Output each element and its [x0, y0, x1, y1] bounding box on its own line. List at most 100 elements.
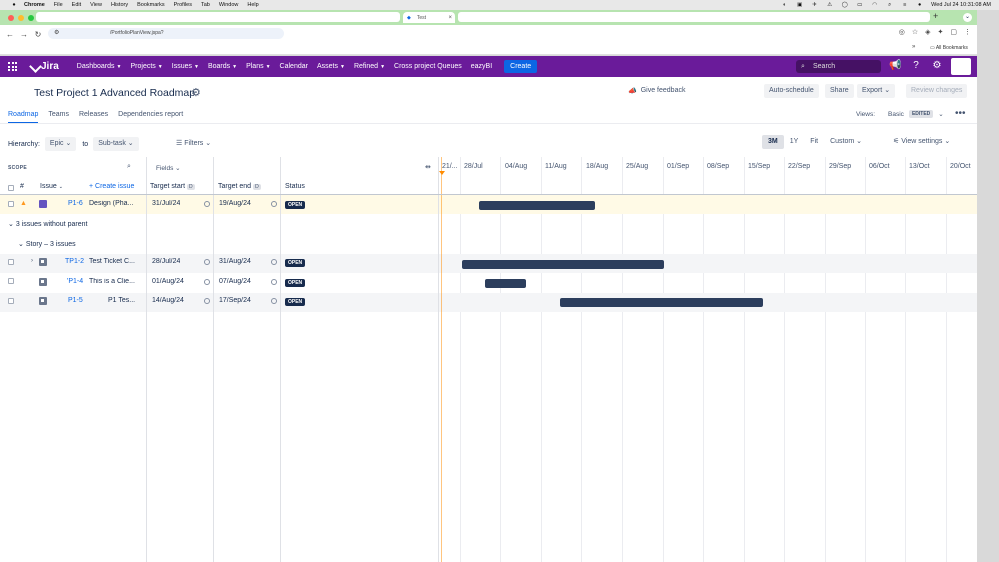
target-start[interactable]: 14/Aug/24	[152, 297, 184, 304]
issue-key[interactable]: P1-5	[68, 297, 83, 304]
status-badge[interactable]: OPEN	[285, 298, 306, 306]
row-checkbox[interactable]	[8, 201, 14, 207]
app-switcher-icon[interactable]	[8, 62, 17, 71]
zoom-window-button[interactable]	[28, 14, 34, 21]
apple-icon[interactable]: ●	[10, 2, 18, 8]
target-end[interactable]: 17/Sep/24	[219, 297, 251, 304]
export-button[interactable]: Export ⌄	[857, 84, 896, 98]
close-window-button[interactable]	[8, 14, 14, 21]
browser-tab-active[interactable]: ◆ Test ×	[403, 12, 455, 23]
status-icon[interactable]: ▭	[856, 2, 863, 8]
bookmark-star-icon[interactable]: ☆	[912, 28, 918, 36]
subgroup-header[interactable]: ⌄ Story – 3 issues	[18, 240, 76, 248]
target-start[interactable]: 01/Aug/24	[152, 278, 184, 285]
group-header[interactable]: ⌄ 3 issues without parent	[8, 220, 87, 228]
menu-view[interactable]: View	[90, 2, 102, 8]
row-checkbox[interactable]	[8, 278, 14, 284]
nav-dashboards[interactable]: Dashboards ▼	[77, 63, 122, 70]
status-icon[interactable]: ✈	[811, 2, 818, 8]
give-feedback-button[interactable]: 📣 Give feedback	[628, 87, 685, 95]
address-bar[interactable]: ⚙ /PortfolioPlanView.jspa?	[48, 28, 284, 39]
target-end[interactable]: 19/Aug/24	[219, 200, 251, 207]
bookmarks-overflow-icon[interactable]: »	[912, 44, 915, 50]
target-end[interactable]: 31/Aug/24	[219, 258, 251, 265]
col-issue[interactable]: Issue ⌄	[40, 183, 63, 190]
kebab-menu-icon[interactable]: ⋮	[964, 28, 971, 36]
hierarchy-to-select[interactable]: Sub-task ⌄	[93, 137, 139, 151]
issue-key[interactable]: TP1-2	[65, 258, 84, 265]
nav-plans[interactable]: Plans ▼	[246, 63, 270, 70]
reload-icon[interactable]: ↻	[34, 30, 42, 39]
fields-button[interactable]: Fields ⌄	[156, 164, 181, 172]
search-input[interactable]: ⌕ Search	[796, 60, 881, 73]
target-end[interactable]: 07/Aug/24	[219, 278, 251, 285]
nav-boards[interactable]: Boards ▼	[208, 63, 237, 70]
nav-calendar[interactable]: Calendar	[280, 63, 308, 70]
col-target-end[interactable]: Target end D	[218, 183, 261, 190]
eye-off-icon[interactable]: ◎	[899, 28, 905, 36]
status-icon[interactable]: ◐	[781, 2, 788, 8]
all-bookmarks[interactable]: ▭ All Bookmarks	[930, 45, 968, 51]
menu-tab[interactable]: Tab	[201, 2, 210, 8]
timeline-bar[interactable]	[479, 201, 595, 210]
collapse-columns-icon[interactable]: ⇹	[425, 163, 431, 171]
create-issue-button[interactable]: + Create issue	[89, 183, 134, 190]
puzzle-icon[interactable]: ✦	[938, 28, 944, 36]
row-checkbox[interactable]	[8, 259, 14, 265]
megaphone-icon[interactable]: 📢	[889, 60, 901, 72]
menu-help[interactable]: Help	[247, 2, 258, 8]
settings-gear-icon[interactable]: ⚙	[931, 60, 943, 72]
status-badge[interactable]: OPEN	[285, 201, 306, 209]
status-badge[interactable]: OPEN	[285, 259, 306, 267]
app-menu-chrome[interactable]: Chrome	[24, 2, 45, 8]
menu-profiles[interactable]: Profiles	[174, 2, 192, 8]
more-actions-icon[interactable]: •••	[955, 108, 966, 119]
target-start[interactable]: 31/Jul/24	[152, 200, 180, 207]
menu-bookmarks[interactable]: Bookmarks	[137, 2, 165, 8]
new-tab-icon[interactable]: +	[933, 11, 938, 21]
chevron-right-icon[interactable]: ›	[31, 258, 33, 264]
status-icon[interactable]: ◯	[841, 2, 848, 8]
jira-logo[interactable]: Jira	[30, 61, 59, 72]
nav-projects[interactable]: Projects ▼	[131, 63, 163, 70]
timeline-bar[interactable]	[485, 279, 526, 288]
col-target-start[interactable]: Target start D	[150, 183, 195, 190]
status-icon[interactable]: ▣	[796, 2, 803, 8]
profile-icon[interactable]: ▢	[950, 28, 957, 36]
status-icon[interactable]: ⚠	[826, 2, 833, 8]
plan-settings-gear-icon[interactable]: ⚙	[191, 86, 201, 99]
control-center-icon[interactable]: ≡	[901, 2, 908, 8]
auto-schedule-button[interactable]: Auto-schedule	[764, 84, 819, 98]
nav-assets[interactable]: Assets ▼	[317, 63, 345, 70]
view-settings-button[interactable]: ⚟ View settings ⌄	[889, 135, 954, 149]
menu-file[interactable]: File	[54, 2, 63, 8]
minimize-window-button[interactable]	[18, 14, 24, 21]
issue-summary[interactable]: P1 Tes...	[108, 297, 144, 304]
filters-button[interactable]: ☰ Filters ⌄	[176, 137, 211, 151]
warning-icon[interactable]: ▲	[20, 200, 27, 207]
issue-key[interactable]: 'P1-4	[67, 278, 83, 285]
select-all-checkbox[interactable]	[8, 185, 14, 191]
menu-history[interactable]: History	[111, 2, 128, 8]
search-icon[interactable]: ⌕	[886, 2, 893, 9]
back-icon[interactable]: ←	[6, 30, 14, 39]
timeline-bar[interactable]	[462, 260, 664, 269]
browser-tab[interactable]	[36, 12, 400, 22]
row-checkbox[interactable]	[8, 298, 14, 304]
tab-search-icon[interactable]: ⌄	[963, 13, 972, 22]
zoom-1y[interactable]: 1Y	[784, 135, 805, 149]
site-info-icon[interactable]: ⚙	[54, 28, 59, 39]
scope-search-icon[interactable]: ⌕	[127, 163, 131, 171]
zoom-fit[interactable]: Fit	[804, 135, 824, 149]
status-icon[interactable]: ●	[916, 2, 923, 8]
issue-summary[interactable]: Design (Pha...	[89, 200, 144, 207]
share-button[interactable]: Share	[825, 84, 854, 98]
extension-icon[interactable]: ◈	[925, 28, 930, 36]
issue-summary[interactable]: Test Ticket C...	[89, 258, 144, 265]
nav-refined[interactable]: Refined ▼	[354, 63, 385, 70]
zoom-custom[interactable]: Custom ⌄	[824, 135, 868, 149]
zoom-3m[interactable]: 3M	[762, 135, 784, 149]
target-start[interactable]: 28/Jul/24	[152, 258, 180, 265]
hierarchy-from-select[interactable]: Epic ⌄	[44, 137, 77, 151]
nav-cross-project-queues[interactable]: Cross project Queues	[394, 63, 462, 70]
